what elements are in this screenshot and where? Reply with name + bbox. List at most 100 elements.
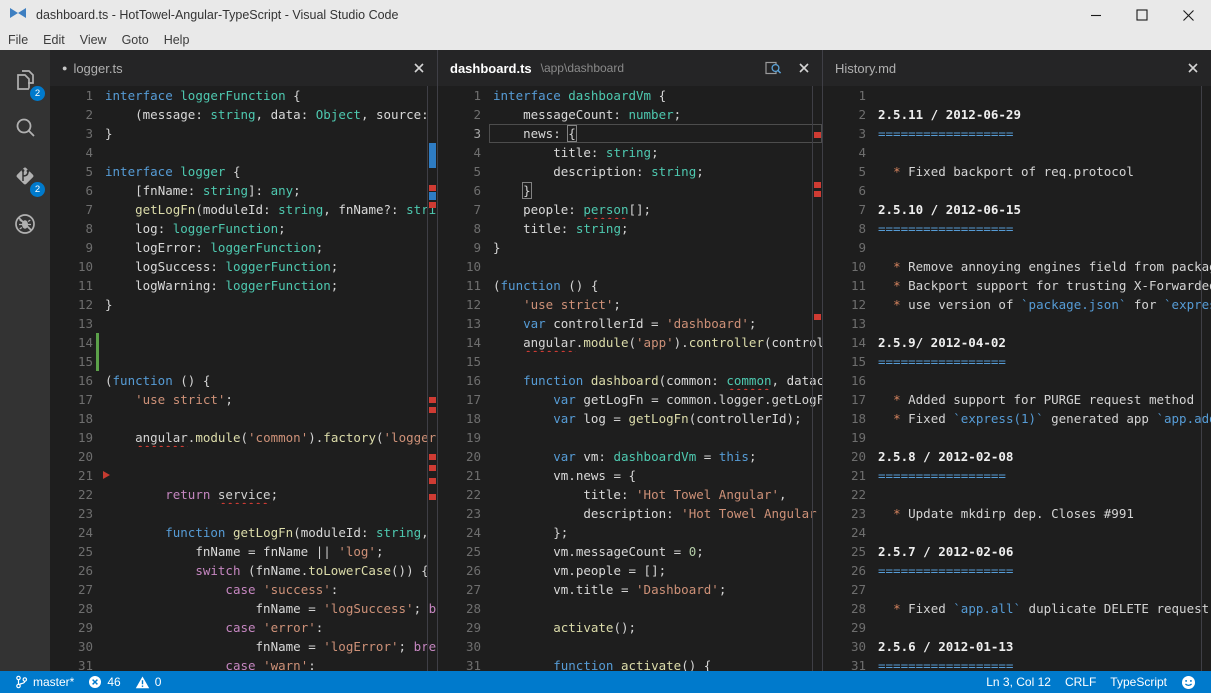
code-line[interactable]: 27 case 'success': — [50, 580, 437, 599]
code-line[interactable]: 28 * Fixed `app.all` duplicate DELETE re… — [823, 599, 1211, 618]
code-line[interactable]: 2 messageCount: number; — [438, 105, 822, 124]
code-line[interactable]: 3================== — [823, 124, 1211, 143]
code-line[interactable]: 5 * Fixed backport of req.protocol — [823, 162, 1211, 181]
code-line[interactable]: 21================= — [823, 466, 1211, 485]
code-line[interactable]: 18 * Fixed `express(1)` generated app `a… — [823, 409, 1211, 428]
code-line[interactable]: 4 title: string; — [438, 143, 822, 162]
close-icon[interactable] — [413, 62, 425, 74]
status-warnings[interactable]: 0 — [128, 671, 169, 693]
editor-content-history[interactable]: 122.5.11 / 2012-06-293==================… — [823, 86, 1211, 671]
status-eol-sequence[interactable]: CRLF — [1058, 671, 1103, 693]
code-line[interactable]: 23 * Update mkdirp dep. Closes #991 — [823, 504, 1211, 523]
code-line[interactable]: 9 logError: loggerFunction; — [50, 238, 437, 257]
status-errors[interactable]: 46 — [81, 671, 127, 693]
code-line[interactable]: 11 * Backport support for trusting X-For… — [823, 276, 1211, 295]
code-line[interactable]: 7 getLogFn(moduleId: string, fnName?: st… — [50, 200, 437, 219]
code-line[interactable]: 8 title: string; — [438, 219, 822, 238]
code-line[interactable]: 26================== — [823, 561, 1211, 580]
close-icon[interactable] — [798, 62, 810, 74]
code-line[interactable]: 16 function dashboard(common: common, da… — [438, 371, 822, 390]
code-line[interactable]: 29 activate(); — [438, 618, 822, 637]
code-line[interactable]: 13 — [823, 314, 1211, 333]
code-line[interactable]: 22 title: 'Hot Towel Angular', — [438, 485, 822, 504]
code-line[interactable]: 26 switch (fnName.toLowerCase()) { — [50, 561, 437, 580]
code-line[interactable]: 1interface loggerFunction { — [50, 86, 437, 105]
code-line[interactable]: 10 * Remove annoying engines field from … — [823, 257, 1211, 276]
code-line[interactable]: 20 — [50, 447, 437, 466]
code-line[interactable]: 4 — [50, 143, 437, 162]
code-line[interactable]: 9} — [438, 238, 822, 257]
close-window-button[interactable] — [1165, 0, 1211, 30]
code-line[interactable]: 4 — [823, 143, 1211, 162]
code-line[interactable]: 3 news: { — [438, 124, 822, 143]
code-line[interactable]: 31================== — [823, 656, 1211, 671]
code-line[interactable]: 22 — [823, 485, 1211, 504]
code-line[interactable]: 21 — [50, 466, 437, 485]
code-line[interactable]: 30 — [438, 637, 822, 656]
code-line[interactable]: 15 — [50, 352, 437, 371]
editor-content-logger[interactable]: 1interface loggerFunction {2 (message: s… — [50, 86, 437, 671]
editor-tab-dashboard[interactable]: dashboard.ts\app\dashboard — [438, 50, 822, 86]
code-line[interactable]: 17 * Added support for PURGE request met… — [823, 390, 1211, 409]
code-line[interactable]: 12} — [50, 295, 437, 314]
editor-tab-logger[interactable]: ●logger.ts — [50, 50, 437, 86]
code-line[interactable]: 19 — [823, 428, 1211, 447]
code-line[interactable]: 19 angular.module('common').factory('log… — [50, 428, 437, 447]
code-line[interactable]: 15 — [438, 352, 822, 371]
code-line[interactable]: 72.5.10 / 2012-06-15 — [823, 200, 1211, 219]
code-line[interactable]: 8================== — [823, 219, 1211, 238]
code-line[interactable]: 16(function () { — [50, 371, 437, 390]
minimize-button[interactable] — [1073, 0, 1119, 30]
editor-content-dashboard[interactable]: 1interface dashboardVm {2 messageCount: … — [438, 86, 822, 671]
menu-view[interactable]: View — [80, 33, 107, 47]
code-line[interactable]: 23 — [50, 504, 437, 523]
code-line[interactable]: 11(function () { — [438, 276, 822, 295]
code-line[interactable]: 302.5.6 / 2012-01-13 — [823, 637, 1211, 656]
code-line[interactable]: 23 description: 'Hot Towel Angular is a … — [438, 504, 822, 523]
code-line[interactable]: 12 'use strict'; — [438, 295, 822, 314]
code-line[interactable]: 19 — [438, 428, 822, 447]
code-line[interactable]: 14 — [50, 333, 437, 352]
code-line[interactable]: 5interface logger { — [50, 162, 437, 181]
overview-ruler[interactable] — [427, 86, 437, 671]
overview-ruler[interactable] — [1201, 86, 1211, 671]
code-line[interactable]: 142.5.9/ 2012-04-02 — [823, 333, 1211, 352]
code-line[interactable]: 28 — [438, 599, 822, 618]
code-line[interactable]: 27 — [823, 580, 1211, 599]
code-line[interactable]: 12 * use version of `package.json` for `… — [823, 295, 1211, 314]
activity-source-control[interactable]: 2 — [0, 152, 50, 200]
status-cursor-position[interactable]: Ln 3, Col 12 — [979, 671, 1058, 693]
code-line[interactable]: 10 logSuccess: loggerFunction; — [50, 257, 437, 276]
code-line[interactable]: 5 description: string; — [438, 162, 822, 181]
code-line[interactable]: 10 — [438, 257, 822, 276]
code-line[interactable]: 15================= — [823, 352, 1211, 371]
status-language-mode[interactable]: TypeScript — [1103, 671, 1174, 693]
code-line[interactable]: 1interface dashboardVm { — [438, 86, 822, 105]
code-line[interactable]: 18 — [50, 409, 437, 428]
code-line[interactable]: 25 vm.messageCount = 0; — [438, 542, 822, 561]
code-line[interactable]: 14 angular.module('app').controller(cont… — [438, 333, 822, 352]
code-line[interactable]: 28 fnName = 'logSuccess'; break; — [50, 599, 437, 618]
code-line[interactable]: 8 log: loggerFunction; — [50, 219, 437, 238]
code-line[interactable]: 31 function activate() { — [438, 656, 822, 671]
code-line[interactable]: 21 vm.news = { — [438, 466, 822, 485]
status-feedback[interactable] — [1174, 671, 1203, 693]
activity-explorer[interactable]: 2 — [0, 56, 50, 104]
maximize-button[interactable] — [1119, 0, 1165, 30]
code-line[interactable]: 6 — [823, 181, 1211, 200]
menu-help[interactable]: Help — [164, 33, 190, 47]
code-line[interactable]: 25 fnName = fnName || 'log'; — [50, 542, 437, 561]
code-line[interactable]: 30 fnName = 'logError'; break; — [50, 637, 437, 656]
code-line[interactable]: 18 var log = getLogFn(controllerId); — [438, 409, 822, 428]
code-line[interactable]: 13 — [50, 314, 437, 333]
code-line[interactable]: 202.5.8 / 2012-02-08 — [823, 447, 1211, 466]
code-line[interactable]: 16 — [823, 371, 1211, 390]
code-line[interactable]: 22 return service; — [50, 485, 437, 504]
code-line[interactable]: 1 — [823, 86, 1211, 105]
code-line[interactable]: 29 — [823, 618, 1211, 637]
code-line[interactable]: 6 } — [438, 181, 822, 200]
code-line[interactable]: 7 people: person[]; — [438, 200, 822, 219]
menu-edit[interactable]: Edit — [43, 33, 65, 47]
code-line[interactable]: 24 }; — [438, 523, 822, 542]
menu-goto[interactable]: Goto — [122, 33, 149, 47]
